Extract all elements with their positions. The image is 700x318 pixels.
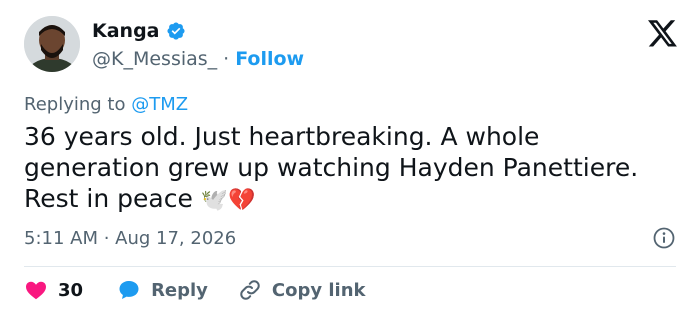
avatar[interactable] bbox=[24, 16, 80, 72]
tweet-text-content: 36 years old. Just heartbreaking. A whol… bbox=[24, 122, 639, 213]
info-icon[interactable] bbox=[652, 226, 676, 250]
copy-link-label: Copy link bbox=[271, 279, 366, 301]
replying-prefix: Replying to bbox=[24, 94, 132, 115]
author-handle[interactable]: @K_Messias_ bbox=[92, 48, 217, 70]
divider bbox=[24, 266, 676, 267]
tweet-timestamp[interactable]: 5:11 AM · Aug 17, 2026 bbox=[24, 228, 236, 249]
dove-broken-heart-emoji: 🕊️💔 bbox=[200, 187, 256, 213]
action-bar: 30 Reply Copy link bbox=[24, 278, 366, 302]
x-logo-icon[interactable] bbox=[648, 20, 678, 48]
reply-button[interactable]: Reply bbox=[117, 278, 208, 302]
separator-dot: · bbox=[223, 48, 230, 70]
replying-to: Replying to @TMZ bbox=[24, 94, 188, 115]
link-icon bbox=[238, 278, 262, 302]
avatar-image bbox=[24, 16, 80, 72]
author-name[interactable]: Kanga bbox=[92, 20, 160, 42]
copy-link-button[interactable]: Copy link bbox=[238, 278, 366, 302]
speech-bubble-icon bbox=[117, 278, 141, 302]
like-count: 30 bbox=[58, 279, 84, 301]
follow-button[interactable]: Follow bbox=[235, 48, 304, 70]
tweet-text: 36 years old. Just heartbreaking. A whol… bbox=[24, 121, 674, 216]
verified-badge-icon bbox=[166, 21, 186, 41]
like-button[interactable]: 30 bbox=[24, 278, 83, 302]
heart-icon bbox=[24, 278, 48, 302]
reply-label: Reply bbox=[151, 279, 208, 301]
reply-mention-link[interactable]: @TMZ bbox=[131, 94, 188, 115]
